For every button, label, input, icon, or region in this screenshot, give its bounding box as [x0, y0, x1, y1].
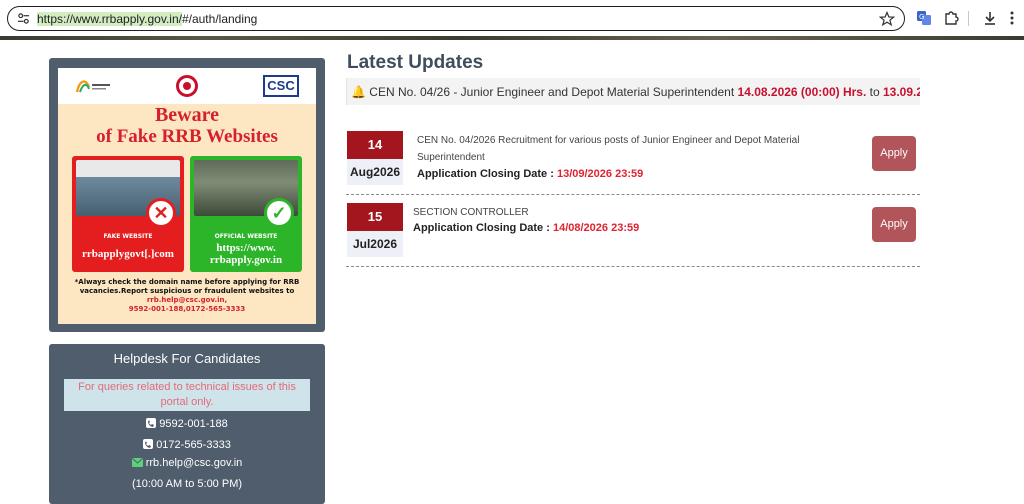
latest-updates-title: Latest Updates — [347, 52, 484, 73]
closing-label: Application Closing Date : — [417, 168, 554, 180]
ticker-message: CEN No. 04/26 - Junior Engineer and Depo… — [369, 85, 735, 99]
update-day: 15 — [347, 203, 403, 231]
helpdesk-phone2: 0172-565-3333 — [49, 439, 325, 451]
official-url-line1: https://www. — [216, 242, 276, 254]
menu-icon[interactable] — [1003, 9, 1021, 27]
official-url-line2: rrbapply.gov.in — [209, 254, 283, 266]
bookmark-star-icon[interactable] — [879, 11, 895, 27]
phone-icon — [143, 439, 154, 449]
phone-icon — [146, 418, 157, 428]
csc-logo: CSC — [263, 75, 299, 97]
indian-railways-logo — [176, 75, 198, 97]
banner-title: Beware — [154, 104, 220, 126]
url-text[interactable]: https://www.rrbapply.gov.in/#/auth/landi… — [37, 12, 257, 26]
updates-ticker[interactable]: 🔔 CEN No. 04/26 - Junior Engineer and De… — [346, 78, 920, 105]
helpdesk-note: For queries related to technical issues … — [64, 379, 310, 411]
site-info-icon[interactable] — [17, 12, 30, 25]
page-header-strip — [0, 36, 1024, 40]
envelope-icon — [131, 458, 143, 467]
banner-logos: CSC — [58, 68, 316, 104]
fake-website-label: FAKE WEBSITE — [103, 233, 153, 240]
banner-note-phones: 9592-001-188,0172-565-3333 — [128, 305, 246, 313]
helpdesk-hours: (10:00 AM to 5:00 PM) — [131, 478, 243, 490]
update-day: 14 — [347, 131, 403, 159]
closing-label: Application Closing Date : — [413, 222, 550, 234]
helpdesk-email-text: rrb.help@csc.gov.in — [145, 457, 243, 469]
closing-date: 14/08/2026 23:59 — [552, 222, 640, 234]
update-item: 14 Aug2026 CEN No. 04/2026 Recruitment f… — [346, 131, 920, 195]
closing-date: 13/09/2026 23:59 — [556, 168, 644, 180]
banner-subtitle: of Fake RRB Websites — [96, 126, 278, 147]
apply-button[interactable]: Apply — [872, 136, 916, 171]
svg-text:G: G — [919, 13, 924, 21]
address-bar[interactable]: https://www.rrbapply.gov.in/#/auth/landi… — [7, 6, 905, 31]
banner-note-email: rrb.help@csc.gov.in, — [146, 296, 228, 304]
banner-panel: CSC Beware of Fake RRB Websites ✕ FAKE W… — [49, 58, 325, 332]
apply-button[interactable]: Apply — [872, 207, 916, 242]
update-description: CEN No. 04/2026 Recruitment for various … — [417, 135, 800, 163]
update-closing: Application Closing Date : 14/08/2026 23… — [413, 222, 639, 234]
helpdesk-title: Helpdesk For Candidates — [113, 351, 261, 366]
update-description: SECTION CONTROLLER — [413, 207, 529, 218]
banner-note: *Always check the domain name before app… — [66, 278, 308, 314]
helpdesk-panel: Helpdesk For Candidates For queries rela… — [49, 344, 325, 504]
ticker-to-date: 13.09.2026 (23: — [883, 85, 920, 99]
update-month-year: Jul2026 — [347, 231, 403, 257]
toolbar-divider — [968, 11, 969, 26]
extensions-icon[interactable] — [942, 9, 960, 27]
beware-banner[interactable]: CSC Beware of Fake RRB Websites ✕ FAKE W… — [58, 68, 316, 324]
fake-website-card: ✕ FAKE WEBSITE rrbapplygovt[.]com — [72, 156, 184, 272]
check-icon: ✓ — [264, 198, 294, 228]
official-website-card: ✓ OFFICIAL WEBSITE https://www. rrbapply… — [190, 156, 302, 272]
ticker-text: 🔔 CEN No. 04/26 - Junior Engineer and De… — [351, 85, 920, 99]
helpdesk-phone2-text: 0172-565-3333 — [156, 439, 231, 451]
update-month-year: Aug2026 — [347, 159, 403, 185]
browser-toolbar: https://www.rrbapply.gov.in/#/auth/landi… — [0, 0, 1024, 36]
fake-website-url: rrbapplygovt[.]com — [82, 248, 174, 260]
helpdesk-email[interactable]: rrb.help@csc.gov.in — [49, 457, 325, 469]
helpdesk-phone1: 9592-001-188 — [49, 418, 325, 430]
ticker-from-date: 14.08.2026 (00:00) Hrs. — [737, 85, 867, 99]
translate-icon[interactable]: G — [915, 9, 933, 27]
url-path: #/auth/landing — [181, 12, 258, 26]
digital-india-logo — [75, 80, 110, 93]
ticker-to-word: to — [869, 85, 880, 99]
download-icon[interactable] — [981, 9, 999, 27]
update-item: 15 Jul2026 SECTION CONTROLLER Applicatio… — [346, 203, 920, 267]
helpdesk-phone1-text: 9592-001-188 — [159, 418, 228, 430]
url-selected: https://www.rrbapply.gov.in/ — [37, 12, 182, 26]
official-website-label: OFFICIAL WEBSITE — [214, 233, 278, 240]
update-closing: Application Closing Date : 13/09/2026 23… — [417, 168, 643, 180]
cross-icon: ✕ — [146, 198, 176, 228]
banner-note-text: *Always check the domain name before app… — [74, 278, 300, 295]
bell-icon: 🔔 — [351, 85, 366, 99]
